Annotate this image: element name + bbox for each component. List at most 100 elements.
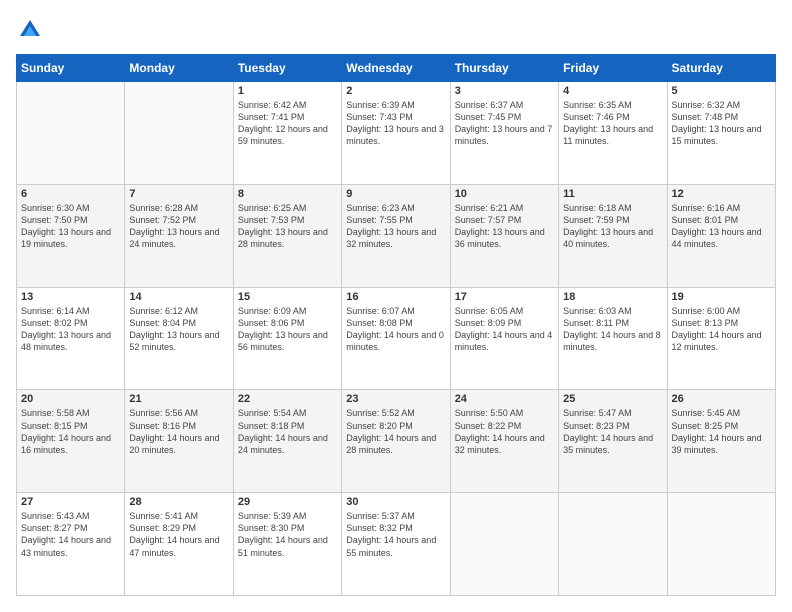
day-number: 4 bbox=[563, 85, 662, 97]
header-day: Friday bbox=[559, 55, 667, 82]
day-cell bbox=[125, 82, 233, 185]
day-cell: 10 Sunrise: 6:21 AM Sunset: 7:57 PM Dayli… bbox=[450, 184, 558, 287]
day-info: Sunrise: 6:42 AM Sunset: 7:41 PM Dayligh… bbox=[238, 99, 337, 148]
day-cell bbox=[667, 493, 775, 596]
day-cell: 23 Sunrise: 5:52 AM Sunset: 8:20 PM Dayli… bbox=[342, 390, 450, 493]
day-cell bbox=[17, 82, 125, 185]
week-row: 13 Sunrise: 6:14 AM Sunset: 8:02 PM Dayli… bbox=[17, 287, 776, 390]
day-info: Sunrise: 6:12 AM Sunset: 8:04 PM Dayligh… bbox=[129, 305, 228, 354]
day-info: Sunrise: 5:43 AM Sunset: 8:27 PM Dayligh… bbox=[21, 510, 120, 559]
day-number: 21 bbox=[129, 393, 228, 405]
day-info: Sunrise: 6:30 AM Sunset: 7:50 PM Dayligh… bbox=[21, 202, 120, 251]
week-row: 6Sunrise: 6:30 AM Sunset: 7:50 PM Daylig… bbox=[17, 184, 776, 287]
week-row: 1 Sunrise: 6:42 AM Sunset: 7:41 PM Daylig… bbox=[17, 82, 776, 185]
day-cell: 22 Sunrise: 5:54 AM Sunset: 8:18 PM Dayli… bbox=[233, 390, 341, 493]
day-number: 18 bbox=[563, 291, 662, 303]
day-info: Sunrise: 6:14 AM Sunset: 8:02 PM Dayligh… bbox=[21, 305, 120, 354]
day-info: Sunrise: 6:07 AM Sunset: 8:08 PM Dayligh… bbox=[346, 305, 445, 354]
day-number: 3 bbox=[455, 85, 554, 97]
day-info: Sunrise: 6:00 AM Sunset: 8:13 PM Dayligh… bbox=[672, 305, 771, 354]
day-info: Sunrise: 6:16 AM Sunset: 8:01 PM Dayligh… bbox=[672, 202, 771, 251]
day-number: 7 bbox=[129, 188, 228, 200]
day-cell: 28 Sunrise: 5:41 AM Sunset: 8:29 PM Dayli… bbox=[125, 493, 233, 596]
day-cell: 26 Sunrise: 5:45 AM Sunset: 8:25 PM Dayli… bbox=[667, 390, 775, 493]
page: SundayMondayTuesdayWednesdayThursdayFrid… bbox=[0, 0, 792, 612]
day-info: Sunrise: 6:03 AM Sunset: 8:11 PM Dayligh… bbox=[563, 305, 662, 354]
day-cell bbox=[559, 493, 667, 596]
logo bbox=[16, 16, 48, 44]
day-info: Sunrise: 5:56 AM Sunset: 8:16 PM Dayligh… bbox=[129, 407, 228, 456]
day-number: 13 bbox=[21, 291, 120, 303]
day-cell: 12 Sunrise: 6:16 AM Sunset: 8:01 PM Dayli… bbox=[667, 184, 775, 287]
day-info: Sunrise: 5:37 AM Sunset: 8:32 PM Dayligh… bbox=[346, 510, 445, 559]
day-info: Sunrise: 6:28 AM Sunset: 7:52 PM Dayligh… bbox=[129, 202, 228, 251]
day-info: Sunrise: 5:58 AM Sunset: 8:15 PM Dayligh… bbox=[21, 407, 120, 456]
day-info: Sunrise: 6:25 AM Sunset: 7:53 PM Dayligh… bbox=[238, 202, 337, 251]
day-info: Sunrise: 5:41 AM Sunset: 8:29 PM Dayligh… bbox=[129, 510, 228, 559]
day-info: Sunrise: 6:23 AM Sunset: 7:55 PM Dayligh… bbox=[346, 202, 445, 251]
day-cell: 30 Sunrise: 5:37 AM Sunset: 8:32 PM Dayli… bbox=[342, 493, 450, 596]
day-number: 23 bbox=[346, 393, 445, 405]
day-info: Sunrise: 6:35 AM Sunset: 7:46 PM Dayligh… bbox=[563, 99, 662, 148]
header-day: Wednesday bbox=[342, 55, 450, 82]
day-cell: 9 Sunrise: 6:23 AM Sunset: 7:55 PM Daylig… bbox=[342, 184, 450, 287]
header-day: Tuesday bbox=[233, 55, 341, 82]
calendar-table: SundayMondayTuesdayWednesdayThursdayFrid… bbox=[16, 54, 776, 596]
day-cell: 2 Sunrise: 6:39 AM Sunset: 7:43 PM Daylig… bbox=[342, 82, 450, 185]
day-cell: 5 Sunrise: 6:32 AM Sunset: 7:48 PM Daylig… bbox=[667, 82, 775, 185]
day-number: 17 bbox=[455, 291, 554, 303]
day-cell: 6Sunrise: 6:30 AM Sunset: 7:50 PM Daylig… bbox=[17, 184, 125, 287]
day-info: Sunrise: 6:09 AM Sunset: 8:06 PM Dayligh… bbox=[238, 305, 337, 354]
day-cell: 18 Sunrise: 6:03 AM Sunset: 8:11 PM Dayli… bbox=[559, 287, 667, 390]
calendar-body: 1 Sunrise: 6:42 AM Sunset: 7:41 PM Daylig… bbox=[17, 82, 776, 596]
day-number: 2 bbox=[346, 85, 445, 97]
day-cell: 19Sunrise: 6:00 AM Sunset: 8:13 PM Dayli… bbox=[667, 287, 775, 390]
day-info: Sunrise: 6:18 AM Sunset: 7:59 PM Dayligh… bbox=[563, 202, 662, 251]
day-cell: 7 Sunrise: 6:28 AM Sunset: 7:52 PM Daylig… bbox=[125, 184, 233, 287]
day-cell: 24Sunrise: 5:50 AM Sunset: 8:22 PM Dayli… bbox=[450, 390, 558, 493]
day-info: Sunrise: 5:39 AM Sunset: 8:30 PM Dayligh… bbox=[238, 510, 337, 559]
day-cell: 17 Sunrise: 6:05 AM Sunset: 8:09 PM Dayli… bbox=[450, 287, 558, 390]
day-cell: 3 Sunrise: 6:37 AM Sunset: 7:45 PM Daylig… bbox=[450, 82, 558, 185]
day-cell: 27Sunrise: 5:43 AM Sunset: 8:27 PM Dayli… bbox=[17, 493, 125, 596]
day-info: Sunrise: 6:37 AM Sunset: 7:45 PM Dayligh… bbox=[455, 99, 554, 148]
day-info: Sunrise: 5:45 AM Sunset: 8:25 PM Dayligh… bbox=[672, 407, 771, 456]
day-number: 12 bbox=[672, 188, 771, 200]
day-cell: 4 Sunrise: 6:35 AM Sunset: 7:46 PM Daylig… bbox=[559, 82, 667, 185]
day-number: 30 bbox=[346, 496, 445, 508]
header-day: Saturday bbox=[667, 55, 775, 82]
day-cell: 13 Sunrise: 6:14 AM Sunset: 8:02 PM Dayli… bbox=[17, 287, 125, 390]
day-info: Sunrise: 6:05 AM Sunset: 8:09 PM Dayligh… bbox=[455, 305, 554, 354]
day-number: 11 bbox=[563, 188, 662, 200]
day-number: 24 bbox=[455, 393, 554, 405]
day-cell: 29 Sunrise: 5:39 AM Sunset: 8:30 PM Dayli… bbox=[233, 493, 341, 596]
day-number: 10 bbox=[455, 188, 554, 200]
day-number: 26 bbox=[672, 393, 771, 405]
day-info: Sunrise: 6:39 AM Sunset: 7:43 PM Dayligh… bbox=[346, 99, 445, 148]
day-cell bbox=[450, 493, 558, 596]
logo-icon bbox=[16, 16, 44, 44]
day-number: 20 bbox=[21, 393, 120, 405]
day-info: Sunrise: 6:21 AM Sunset: 7:57 PM Dayligh… bbox=[455, 202, 554, 251]
day-number: 28 bbox=[129, 496, 228, 508]
calendar-header: SundayMondayTuesdayWednesdayThursdayFrid… bbox=[17, 55, 776, 82]
header-day: Sunday bbox=[17, 55, 125, 82]
week-row: 27Sunrise: 5:43 AM Sunset: 8:27 PM Dayli… bbox=[17, 493, 776, 596]
day-cell: 14Sunrise: 6:12 AM Sunset: 8:04 PM Dayli… bbox=[125, 287, 233, 390]
day-info: Sunrise: 5:54 AM Sunset: 8:18 PM Dayligh… bbox=[238, 407, 337, 456]
day-cell: 25Sunrise: 5:47 AM Sunset: 8:23 PM Dayli… bbox=[559, 390, 667, 493]
header-day: Monday bbox=[125, 55, 233, 82]
day-cell: 15 Sunrise: 6:09 AM Sunset: 8:06 PM Dayli… bbox=[233, 287, 341, 390]
header-day: Thursday bbox=[450, 55, 558, 82]
day-number: 9 bbox=[346, 188, 445, 200]
day-number: 22 bbox=[238, 393, 337, 405]
day-info: Sunrise: 5:52 AM Sunset: 8:20 PM Dayligh… bbox=[346, 407, 445, 456]
day-number: 15 bbox=[238, 291, 337, 303]
day-number: 16 bbox=[346, 291, 445, 303]
day-number: 29 bbox=[238, 496, 337, 508]
day-number: 8 bbox=[238, 188, 337, 200]
day-number: 5 bbox=[672, 85, 771, 97]
day-info: Sunrise: 6:32 AM Sunset: 7:48 PM Dayligh… bbox=[672, 99, 771, 148]
day-info: Sunrise: 5:47 AM Sunset: 8:23 PM Dayligh… bbox=[563, 407, 662, 456]
day-number: 1 bbox=[238, 85, 337, 97]
